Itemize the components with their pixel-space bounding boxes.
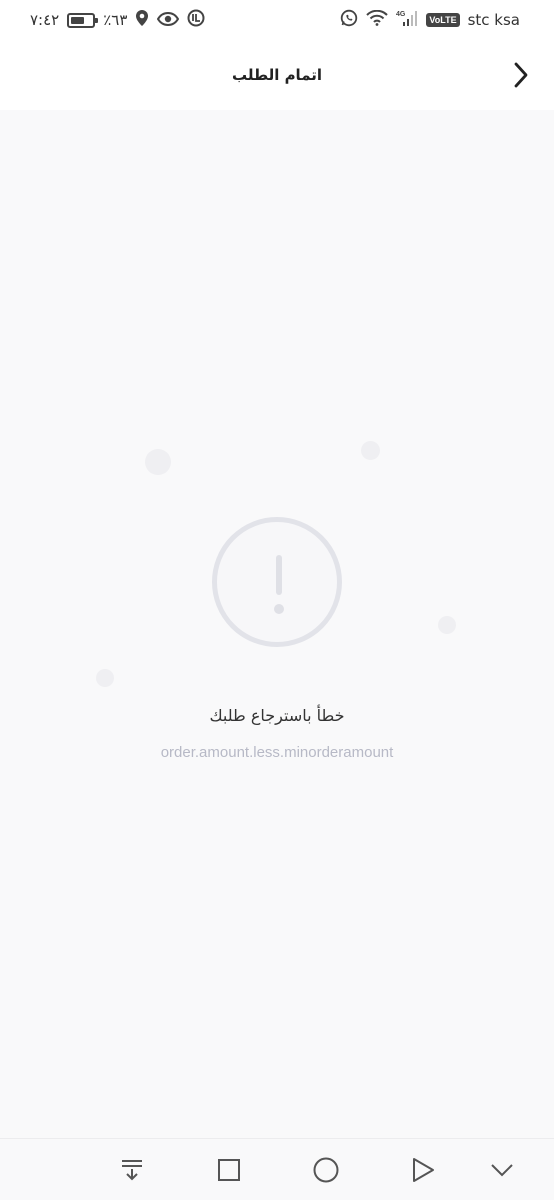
battery-icon bbox=[67, 12, 99, 28]
error-content: خطأ باسترجاع طلبك order.amount.less.mino… bbox=[0, 110, 554, 1138]
circle-icon bbox=[313, 1157, 339, 1183]
nav-hide-button[interactable] bbox=[487, 1155, 517, 1185]
system-nav-bar bbox=[0, 1138, 554, 1200]
signal-icon: 4G bbox=[396, 9, 418, 31]
nav-notification-pull-button[interactable] bbox=[117, 1155, 147, 1185]
decorative-dot bbox=[145, 449, 171, 475]
error-exclamation-icon bbox=[212, 517, 342, 647]
status-bar-right: 4G VoLTE stc ksa bbox=[340, 9, 520, 31]
network-type-label: 4G bbox=[396, 11, 406, 18]
back-button[interactable] bbox=[506, 60, 536, 90]
decorative-dot bbox=[96, 669, 114, 687]
page-title: اتمام الطلب bbox=[231, 66, 323, 84]
nav-recents-button[interactable] bbox=[214, 1155, 244, 1185]
wifi-icon bbox=[366, 9, 389, 30]
status-bar: ٧:٤٢ ٪٦٣ 4G VoLTE stc ksa bbox=[0, 0, 554, 40]
data-saver-icon bbox=[187, 9, 205, 31]
chevron-down-icon bbox=[491, 1164, 513, 1177]
status-bar-left: ٧:٤٢ ٪٦٣ bbox=[30, 9, 205, 31]
carrier-name: stc ksa bbox=[467, 11, 520, 29]
decorative-dot bbox=[361, 441, 380, 460]
error-title: خطأ باسترجاع طلبك bbox=[209, 706, 345, 725]
nav-home-button[interactable] bbox=[311, 1155, 341, 1185]
pull-down-icon bbox=[122, 1160, 142, 1181]
whatsapp-icon bbox=[340, 9, 358, 31]
battery-fill bbox=[71, 16, 84, 24]
nav-back-button[interactable] bbox=[408, 1155, 438, 1185]
chevron-right-icon bbox=[514, 62, 528, 88]
square-icon bbox=[218, 1159, 240, 1181]
app-header: اتمام الطلب bbox=[0, 40, 554, 110]
location-pin-icon bbox=[135, 9, 149, 31]
error-code: order.amount.less.minorderamount bbox=[160, 744, 394, 761]
volte-badge: VoLTE bbox=[426, 13, 460, 27]
decorative-dot bbox=[438, 616, 456, 634]
screen: ٧:٤٢ ٪٦٣ 4G VoLTE stc ksa اتمام الطلب خط… bbox=[0, 0, 554, 1200]
status-time: ٧:٤٢ bbox=[30, 11, 60, 29]
battery-percent: ٪٦٣ bbox=[103, 11, 128, 29]
eye-icon bbox=[157, 11, 180, 30]
triangle-right-icon bbox=[413, 1158, 434, 1182]
